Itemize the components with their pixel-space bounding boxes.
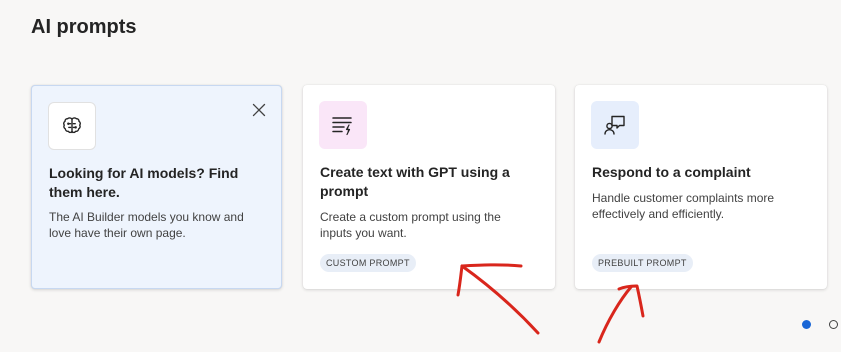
close-button[interactable] bbox=[249, 100, 269, 120]
brain-icon bbox=[48, 102, 96, 150]
text-generate-icon bbox=[319, 101, 367, 149]
card-description: Handle customer complaints more effectiv… bbox=[592, 191, 775, 221]
prebuilt-prompt-badge: PREBUILT PROMPT bbox=[592, 254, 693, 272]
arrow-to-prebuilt-prompt bbox=[597, 285, 633, 344]
pager-dot-2[interactable] bbox=[829, 320, 838, 329]
create-text-gpt-card[interactable]: Create text with GPT using a prompt Crea… bbox=[303, 85, 555, 289]
card-title: Respond to a complaint bbox=[592, 164, 751, 180]
person-feedback-icon bbox=[591, 101, 639, 149]
respond-complaint-card[interactable]: Respond to a complaint Handle customer c… bbox=[575, 85, 827, 289]
card-description: Create a custom prompt using the inputs … bbox=[320, 210, 501, 240]
page-title: AI prompts bbox=[31, 16, 137, 38]
card-title: Create text with GPT using a prompt bbox=[320, 164, 510, 199]
close-icon bbox=[252, 103, 266, 117]
card-title: Looking for AI models? Find them here. bbox=[49, 165, 239, 200]
pager-dot-1[interactable] bbox=[802, 320, 811, 329]
custom-prompt-badge: CUSTOM PROMPT bbox=[320, 254, 416, 272]
card-description: The AI Builder models you know and love … bbox=[49, 210, 244, 240]
ai-models-card[interactable]: Looking for AI models? Find them here. T… bbox=[31, 85, 282, 289]
